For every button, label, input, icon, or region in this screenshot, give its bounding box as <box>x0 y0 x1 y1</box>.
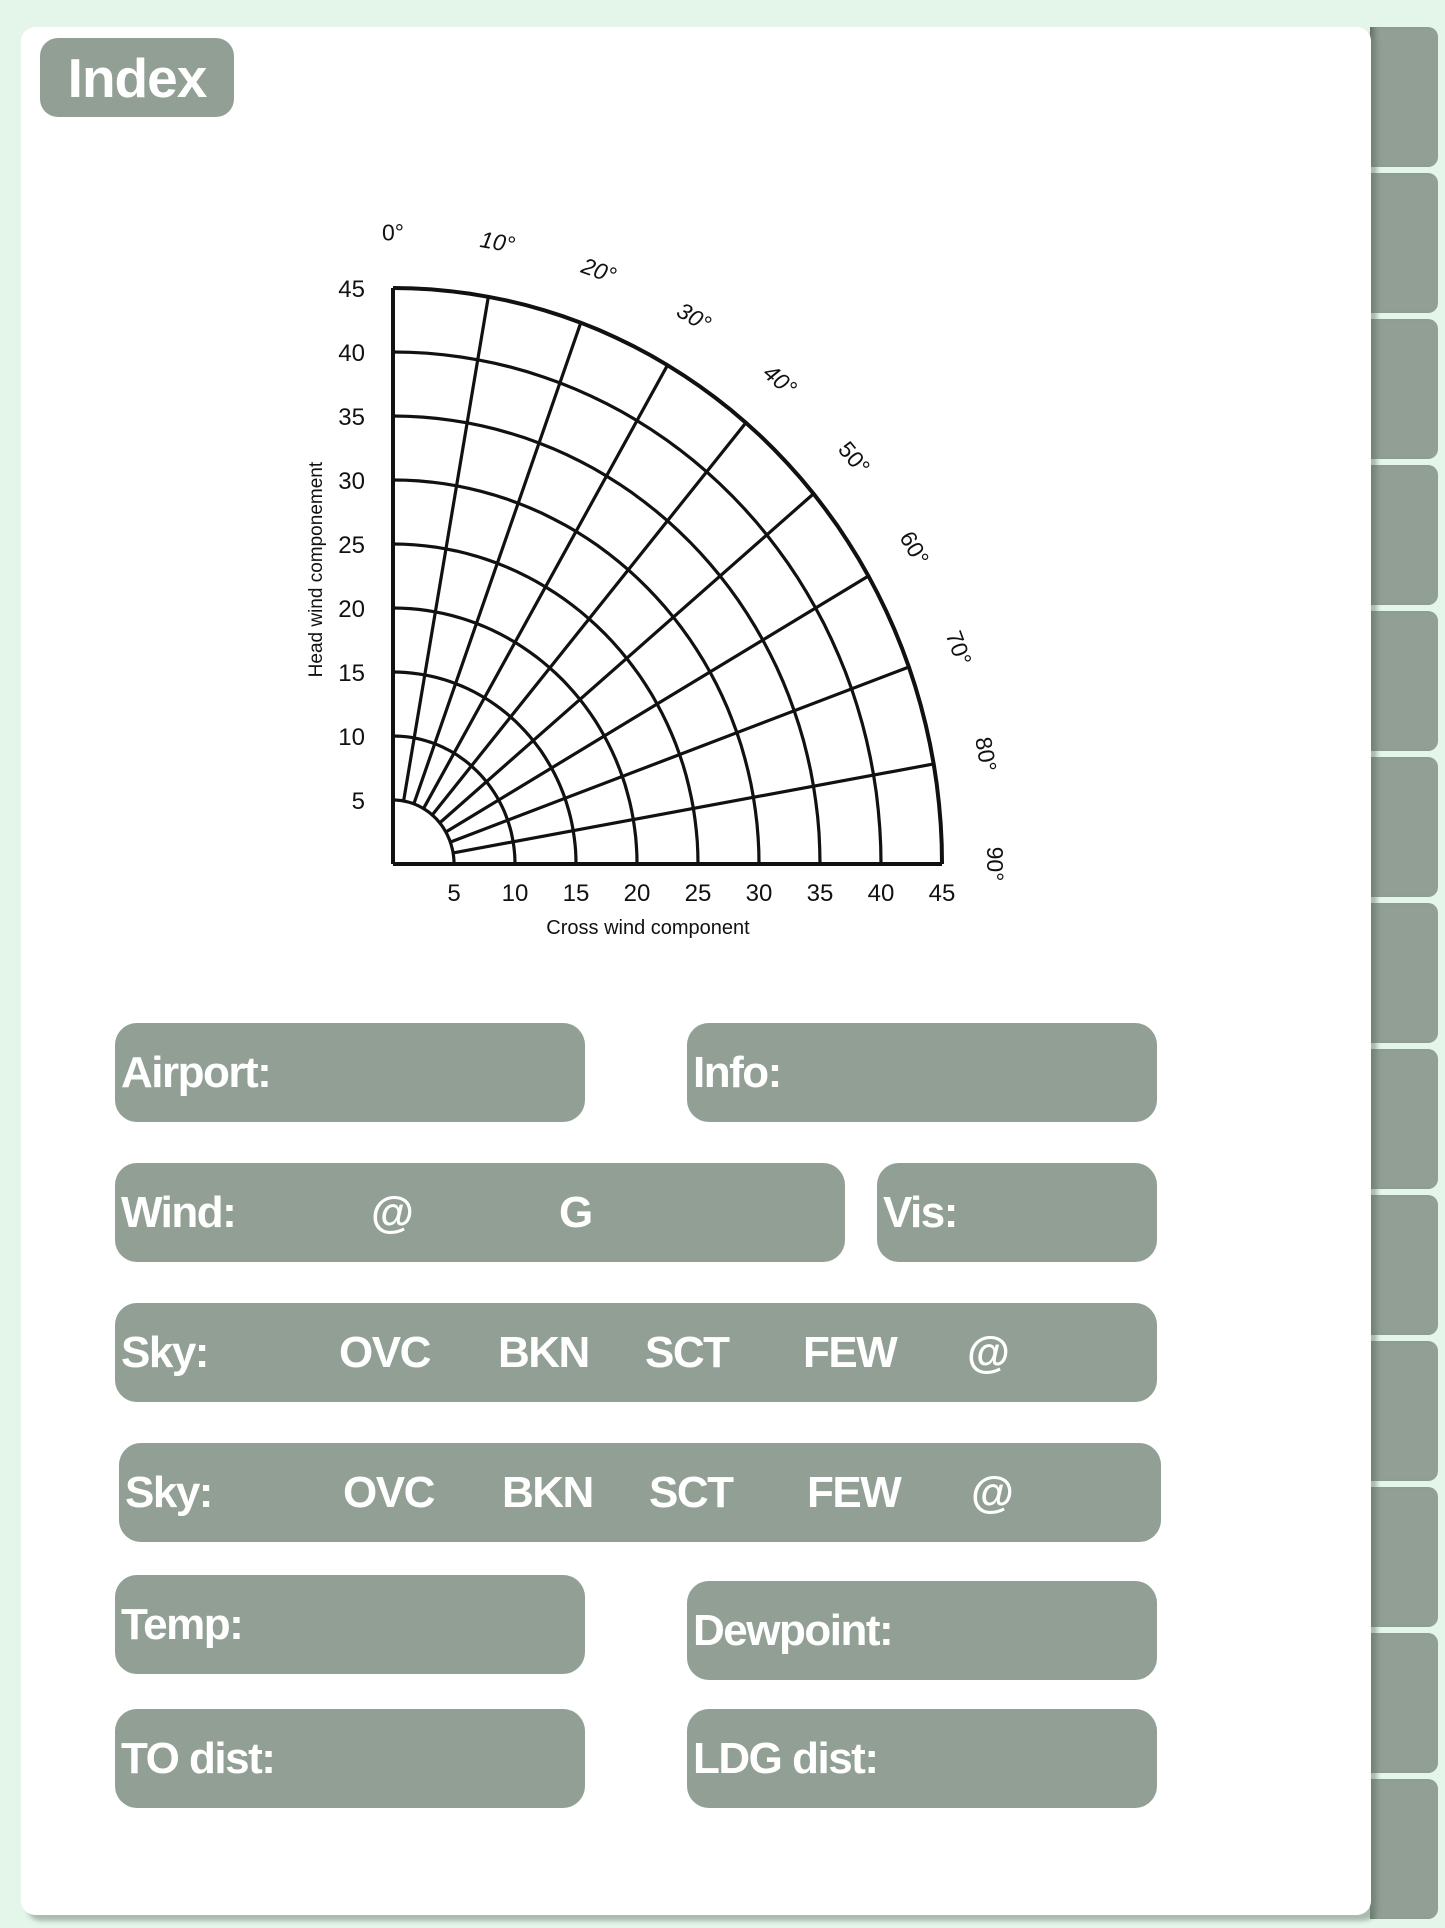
sky-option-sct[interactable]: SCT <box>645 1328 730 1378</box>
radial-line-60 <box>444 574 870 834</box>
airport-field[interactable]: Airport: <box>115 1023 585 1122</box>
section-tab[interactable] <box>1370 1195 1438 1335</box>
wind-label: Wind: <box>121 1187 237 1237</box>
y-tick-label: 20 <box>338 596 365 623</box>
angle-label-0: 0° <box>382 219 404 245</box>
x-tick-label: 35 <box>807 880 834 907</box>
vis-field[interactable]: Vis: <box>877 1163 1157 1262</box>
x-tick-label: 10 <box>502 880 529 907</box>
y-tick-label: 35 <box>338 404 365 431</box>
ldg-dist-field[interactable]: LDG dist: <box>687 1709 1157 1808</box>
sky-option-bkn[interactable]: BKN <box>498 1328 590 1378</box>
angle-label-70: 70° <box>941 627 977 669</box>
airport-label: Airport: <box>121 1047 272 1097</box>
x-tick-label: 20 <box>624 880 651 907</box>
y-tick-label: 30 <box>338 468 365 495</box>
x-tick-label: 30 <box>746 880 773 907</box>
sky-label: Sky: <box>125 1467 213 1517</box>
x-tick-label: 25 <box>685 880 712 907</box>
y-axis-title: Head wind componement <box>306 461 327 677</box>
x-tick-label: 45 <box>929 880 956 907</box>
x-tick-label: 15 <box>563 880 590 907</box>
radial-line-10 <box>402 296 490 802</box>
sky-option-sct[interactable]: SCT <box>649 1468 734 1518</box>
section-tab[interactable] <box>1370 757 1438 897</box>
section-tab[interactable] <box>1370 1049 1438 1189</box>
section-tab[interactable] <box>1370 465 1438 605</box>
sky-option-bkn[interactable]: BKN <box>502 1468 594 1518</box>
y-tick-label: 45 <box>338 276 365 303</box>
radial-line-80 <box>452 762 934 855</box>
vis-label: Vis: <box>883 1187 958 1237</box>
y-tick-label: 25 <box>338 532 365 559</box>
x-axis-title: Cross wind component <box>546 917 750 939</box>
y-tick-label: 40 <box>338 340 365 367</box>
temp-label: Temp: <box>121 1599 244 1649</box>
x-tick-label: 5 <box>447 880 460 907</box>
section-tab[interactable] <box>1370 1633 1438 1773</box>
angle-label-90: 90° <box>982 847 1008 882</box>
sky-option-ovc[interactable]: OVC <box>343 1468 435 1518</box>
wind-field[interactable]: Wind: @ G <box>115 1163 845 1262</box>
to-dist-label: TO dist: <box>121 1733 276 1783</box>
sky-at-separator: @ <box>971 1467 1014 1517</box>
y-tick-label: 15 <box>338 660 365 687</box>
dewpoint-label: Dewpoint: <box>693 1605 894 1655</box>
wind-at-separator: @ <box>371 1187 414 1237</box>
grid-arc-5 <box>393 798 456 864</box>
info-field[interactable]: Info: <box>687 1023 1157 1122</box>
section-tab[interactable] <box>1370 173 1438 313</box>
temp-field[interactable]: Temp: <box>115 1575 585 1674</box>
to-dist-field[interactable]: TO dist: <box>115 1709 585 1808</box>
section-tab[interactable] <box>1370 611 1438 751</box>
radial-line-30 <box>422 364 669 810</box>
y-tick-label: 5 <box>352 788 365 815</box>
sky-field-1[interactable]: Sky: OVC BKN SCT FEW @ <box>115 1303 1157 1402</box>
crosswind-chart: 5 10 15 20 25 30 35 40 45 5 10 15 20 25 30 35 40 45 0° 10° 2… <box>306 219 1008 939</box>
page: Index 5 10 15 20 25 30 35 40 45 5 10 15 20 25 30 35 40 45… <box>21 27 1371 1915</box>
sky-at-separator: @ <box>967 1327 1010 1377</box>
dewpoint-field[interactable]: Dewpoint: <box>687 1581 1157 1680</box>
angle-label-30: 30° <box>673 297 716 337</box>
angle-label-20: 20° <box>577 252 620 289</box>
section-tab[interactable] <box>1370 1341 1438 1481</box>
sky-option-ovc[interactable]: OVC <box>339 1328 431 1378</box>
angle-label-80: 80° <box>970 735 1002 774</box>
sky-option-few[interactable]: FEW <box>803 1328 898 1378</box>
angle-label-60: 60° <box>895 527 935 570</box>
section-tab[interactable] <box>1370 1779 1438 1919</box>
sky-field-2[interactable]: Sky: OVC BKN SCT FEW @ <box>119 1443 1161 1542</box>
info-label: Info: <box>693 1047 782 1097</box>
ldg-dist-label: LDG dist: <box>693 1733 879 1783</box>
section-tab[interactable] <box>1370 903 1438 1043</box>
wind-gust-label: G <box>559 1187 593 1237</box>
section-tab[interactable] <box>1370 1487 1438 1627</box>
angle-label-50: 50° <box>833 436 875 479</box>
section-tab[interactable] <box>1370 319 1438 459</box>
section-tab[interactable] <box>1370 27 1438 167</box>
x-tick-label: 40 <box>868 880 895 907</box>
sky-label: Sky: <box>121 1327 209 1377</box>
angle-label-40: 40° <box>758 359 801 401</box>
angle-label-10: 10° <box>478 226 517 258</box>
y-tick-label: 10 <box>338 724 365 751</box>
sky-option-few[interactable]: FEW <box>807 1468 902 1518</box>
